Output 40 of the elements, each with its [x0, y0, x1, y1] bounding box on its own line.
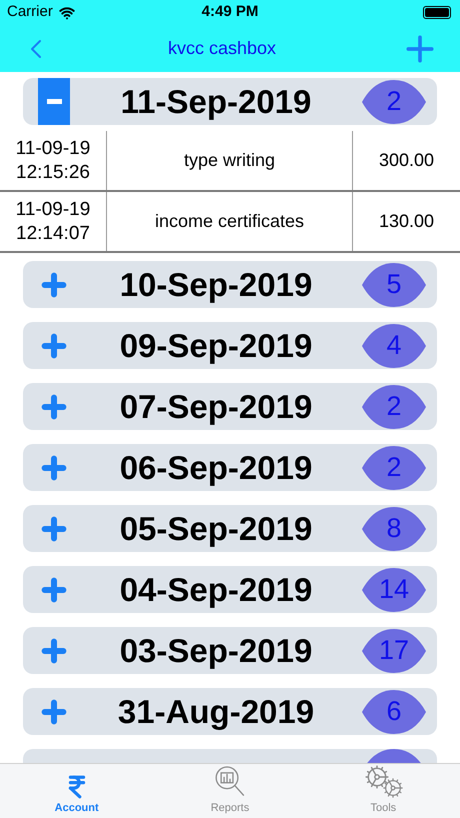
count-badge: 17: [362, 628, 426, 672]
count-badge: 14: [362, 568, 426, 612]
status-time: 4:49 PM: [202, 2, 258, 22]
count-badge: 2: [362, 384, 426, 428]
entry-description: type writing: [184, 149, 276, 172]
nav-title: kvcc cashbox: [168, 37, 276, 60]
section-header[interactable]: 04-Sep-2019 14: [23, 566, 437, 613]
carrier-label: Carrier: [7, 2, 53, 22]
entry-datetime: 11-09-19 12:14:07: [0, 192, 107, 251]
section-header[interactable]: 31-Aug-2019 6: [23, 688, 437, 735]
section-date: 31-Aug-2019: [118, 695, 314, 728]
count-badge: 2: [362, 80, 426, 124]
entry-datetime: 11-09-19 12:15:26: [0, 131, 107, 190]
count-badge: 4: [362, 324, 426, 368]
section-date: 05-Sep-2019: [120, 512, 312, 545]
section-header[interactable]: 03-Sep-2019 17: [23, 627, 437, 674]
section-date: 03-Sep-2019: [120, 634, 312, 667]
count-badge: 6: [362, 690, 426, 734]
section-header[interactable]: 06-Sep-2019 2: [23, 444, 437, 491]
wifi-icon: [58, 4, 75, 20]
tab-item[interactable]: Account: [0, 764, 154, 818]
section-date: 11-Sep-2019: [120, 85, 312, 118]
section-header[interactable]: 05-Sep-2019 8: [23, 505, 437, 552]
count-badge: 2: [362, 446, 426, 490]
entry-description: income certificates: [154, 210, 304, 233]
section-date: 07-Sep-2019: [120, 390, 312, 423]
battery-icon: [423, 6, 451, 19]
count-badge: 8: [362, 506, 426, 550]
section-date: 06-Sep-2019: [120, 451, 312, 484]
section-date: 09-Sep-2019: [120, 329, 312, 362]
section-header[interactable]: 07-Sep-2019 2: [23, 383, 437, 430]
section-header[interactable]: 11-Sep-2019 2: [23, 78, 437, 125]
entry-amount: 300.00: [378, 149, 434, 172]
count-badge: 5: [362, 262, 426, 306]
section-header[interactable]: 09-Sep-2019 4: [23, 322, 437, 369]
section-date: 10-Sep-2019: [120, 268, 312, 301]
section-date: 04-Sep-2019: [120, 573, 312, 606]
entry-amount: 130.00: [378, 210, 434, 233]
section-header[interactable]: 10-Sep-2019 5: [23, 261, 437, 308]
collapse-icon[interactable]: [38, 78, 70, 125]
